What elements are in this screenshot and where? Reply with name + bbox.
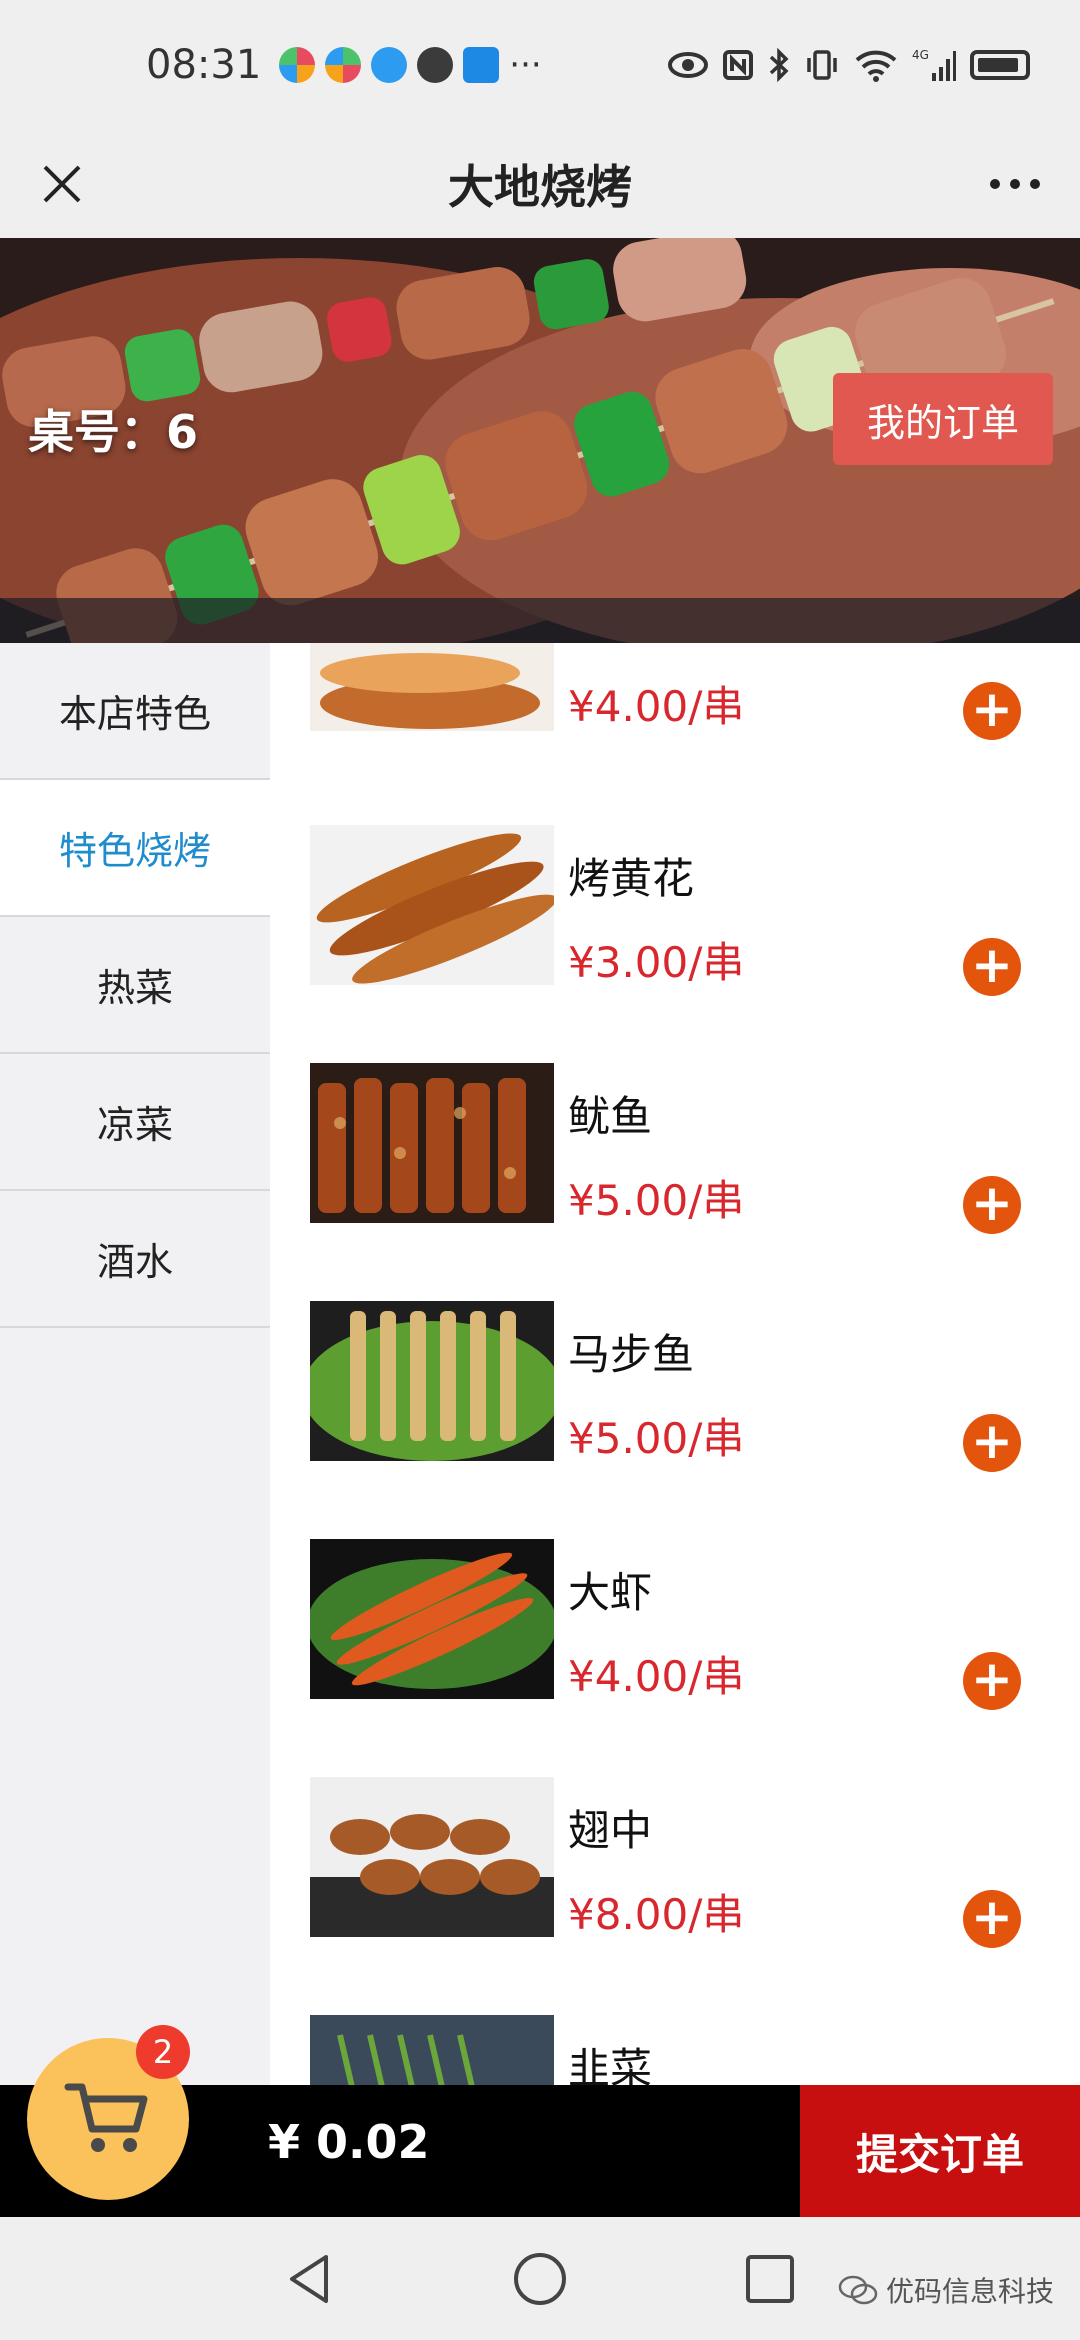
bluetooth-icon xyxy=(769,47,789,83)
product-image xyxy=(310,643,554,731)
product-list: ¥4.00/串 + 烤黄花 ¥3.00/串 + 鱿鱼 ¥5.00/串 + 马步鱼… xyxy=(270,643,1080,2085)
page-title: 大地烧烤 xyxy=(448,160,632,214)
status-time: 08:31 xyxy=(146,42,262,88)
eye-icon xyxy=(668,52,708,78)
signal-icon: 4G xyxy=(912,48,956,81)
shop-banner: 桌号：6 我的订单 xyxy=(0,238,1080,643)
product-item: 韭菜 xyxy=(270,2015,1080,2085)
product-name: 鱿鱼 xyxy=(568,1092,653,1141)
product-item: 烤黄花 ¥3.00/串 + xyxy=(270,825,1080,1063)
submit-order-button[interactable]: 提交订单 xyxy=(800,2085,1080,2217)
product-image xyxy=(310,825,554,985)
product-item: 马步鱼 ¥5.00/串 + xyxy=(270,1301,1080,1539)
title-bar: 大地烧烤 xyxy=(0,130,1080,238)
table-number: 桌号：6 xyxy=(28,396,198,462)
nav-home-button[interactable] xyxy=(510,2249,570,2309)
more-options-button[interactable] xyxy=(980,152,1050,216)
category-item-special-bbq[interactable]: 特色烧烤 xyxy=(0,780,270,917)
product-price: ¥4.00/串 xyxy=(568,1652,745,1701)
app-notification-icon xyxy=(463,47,500,83)
status-app-icons: ··· xyxy=(279,45,542,85)
product-name: 烤黄花 xyxy=(568,854,695,903)
add-to-cart-button[interactable]: + xyxy=(963,1414,1021,1472)
more-icon xyxy=(990,179,1040,189)
product-image xyxy=(310,2015,554,2085)
product-item: ¥4.00/串 + xyxy=(270,643,1080,799)
app-notification-icon xyxy=(279,47,316,83)
add-to-cart-button[interactable]: + xyxy=(963,1652,1021,1710)
nfc-icon xyxy=(723,50,753,80)
add-to-cart-button[interactable]: + xyxy=(963,682,1021,740)
back-triangle-icon xyxy=(290,2255,328,2303)
cart-count-badge: 2 xyxy=(136,2025,190,2079)
nav-recents-button[interactable] xyxy=(740,2249,800,2309)
home-circle-icon xyxy=(514,2253,566,2305)
watermark: 优码信息科技 xyxy=(838,2270,1054,2310)
category-sidebar: 本店特色 特色烧烤 热菜 凉菜 酒水 xyxy=(0,643,270,2085)
product-image xyxy=(310,1539,554,1699)
product-image xyxy=(310,1777,554,1937)
table-number-value: 6 xyxy=(166,405,199,459)
wifi-icon xyxy=(855,50,897,82)
product-name: 大虾 xyxy=(568,1568,653,1617)
table-number-label: 桌号： xyxy=(28,405,166,459)
chat-icon xyxy=(417,47,454,83)
cart-icon xyxy=(64,2083,148,2152)
product-image xyxy=(310,1063,554,1223)
status-system-icons: 4G xyxy=(668,47,1030,83)
product-price: ¥5.00/串 xyxy=(568,1176,745,1225)
add-to-cart-button[interactable]: + xyxy=(963,1176,1021,1234)
category-item-cold-dishes[interactable]: 凉菜 xyxy=(0,1054,270,1191)
wechat-icon xyxy=(838,2275,878,2305)
vibrate-icon xyxy=(807,50,837,80)
browser-icon xyxy=(371,47,408,83)
network-type-label: 4G xyxy=(912,48,929,62)
product-price: ¥3.00/串 xyxy=(568,938,745,987)
add-to-cart-button[interactable]: + xyxy=(963,1890,1021,1948)
more-notifications-icon: ··· xyxy=(509,45,542,85)
app-notification-icon xyxy=(325,47,362,83)
product-name: 翅中 xyxy=(568,1806,653,1855)
product-price: ¥4.00/串 xyxy=(568,682,745,731)
product-name: 韭菜 xyxy=(568,2044,653,2085)
product-name: 马步鱼 xyxy=(568,1330,695,1379)
product-image xyxy=(310,1301,554,1461)
add-to-cart-button[interactable]: + xyxy=(963,938,1021,996)
battery-icon xyxy=(970,50,1030,80)
status-bar: 08:31 ··· 4G xyxy=(0,0,1080,130)
cart-total: ¥ 0.02 xyxy=(268,2115,430,2169)
watermark-text: 优码信息科技 xyxy=(886,2275,1055,2308)
product-item: 大虾 ¥4.00/串 + xyxy=(270,1539,1080,1777)
my-orders-button[interactable]: 我的订单 xyxy=(833,373,1053,465)
nav-back-button[interactable] xyxy=(280,2249,340,2309)
product-price: ¥8.00/串 xyxy=(568,1890,745,1939)
product-price: ¥5.00/串 xyxy=(568,1414,745,1463)
category-item-shop-specialty[interactable]: 本店特色 xyxy=(0,643,270,780)
close-button[interactable] xyxy=(30,152,94,216)
recents-square-icon xyxy=(746,2255,794,2303)
close-icon xyxy=(43,165,81,203)
product-item: 鱿鱼 ¥5.00/串 + xyxy=(270,1063,1080,1301)
category-item-drinks[interactable]: 酒水 xyxy=(0,1191,270,1328)
product-item: 翅中 ¥8.00/串 + xyxy=(270,1777,1080,2015)
category-item-hot-dishes[interactable]: 热菜 xyxy=(0,917,270,1054)
